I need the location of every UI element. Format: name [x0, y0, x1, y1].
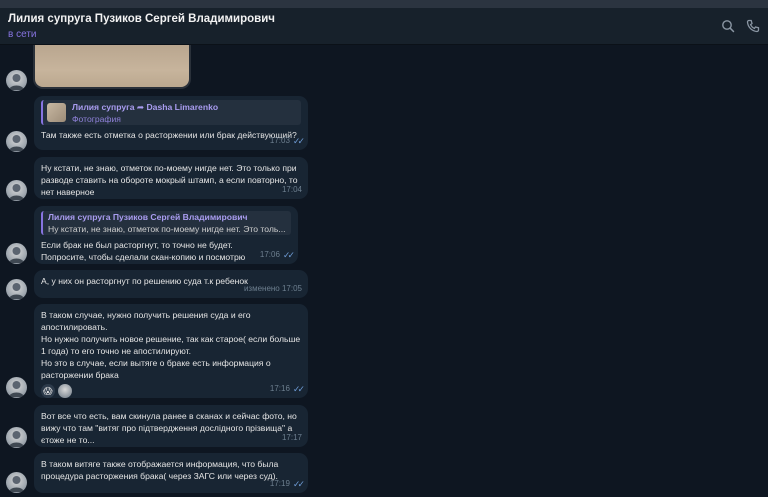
message-time: 17:06 [259, 250, 280, 259]
avatar[interactable] [6, 377, 27, 398]
message-bubble[interactable]: Ну кстати, не знаю, отметок по-моему ниг… [34, 157, 308, 199]
message-text: Там также есть отметка о расторжении или… [41, 130, 297, 140]
message-meta: изменено 17:05 [244, 283, 302, 295]
chat-header[interactable]: Лилия супруга Пузиков Сергей Владимирови… [0, 8, 768, 45]
avatar[interactable] [6, 131, 27, 152]
message-meta: 17:06 ✓✓ [259, 249, 295, 261]
message-text: Вот все что есть, вам скинула ранее в ск… [41, 411, 297, 445]
message-time: 17:04 [281, 185, 302, 194]
message-meta: 17:03 ✓✓ [269, 135, 305, 147]
quote-type: Фотография [72, 113, 121, 124]
message-text: В таком случае, нужно получить решения с… [41, 310, 301, 380]
photo-message[interactable] [33, 45, 191, 89]
read-ticks-icon: ✓✓ [292, 479, 305, 489]
avatar[interactable] [6, 70, 27, 91]
message-bubble[interactable]: А, у них он расторгнут по решению суда т… [34, 270, 308, 298]
reply-quote[interactable]: Лилия супруга Пузиков Сергей Владимирови… [41, 211, 291, 235]
avatar[interactable] [6, 243, 27, 264]
avatar[interactable] [6, 472, 27, 493]
reactions[interactable]: 😱 [41, 384, 301, 398]
reaction-emoji[interactable]: 😱 [41, 384, 55, 398]
message-time: 17:03 [269, 136, 290, 145]
message-meta: 17:16 ✓✓ [269, 383, 305, 395]
online-status: в сети [8, 29, 37, 40]
quote-author: Лилия супруга Пузиков Сергей Владимирови… [48, 212, 248, 222]
reactor-avatar[interactable] [58, 384, 72, 398]
message-bubble[interactable]: Лилия супруга Пузиков Сергей Владимирови… [34, 206, 298, 264]
message-time: изменено 17:05 [243, 284, 302, 293]
avatar[interactable] [6, 180, 27, 201]
read-ticks-icon: ✓✓ [282, 250, 295, 260]
read-ticks-icon: ✓✓ [292, 136, 305, 146]
read-ticks-icon: ✓✓ [292, 384, 305, 394]
message-bubble[interactable]: Лилия супруга ➦ Dasha Limarenko Фотограф… [34, 96, 308, 150]
quote-author: Лилия супруга ➦ Dasha Limarenko [72, 101, 219, 112]
avatar[interactable] [6, 427, 27, 448]
quote-text: Ну кстати, не знаю, отметок по-моему ниг… [48, 224, 286, 234]
photo-thumbnail [47, 103, 66, 122]
message-time: 17:19 [269, 479, 290, 488]
message-bubble[interactable]: Вот все что есть, вам скинула ранее в ск… [34, 405, 308, 447]
message-text: Если брак не был расторгнут, то точно не… [41, 240, 246, 262]
photo-image [35, 45, 189, 87]
avatar[interactable] [6, 279, 27, 300]
phone-icon[interactable] [746, 19, 760, 33]
message-meta: 17:19 ✓✓ [269, 478, 305, 490]
message-bubble[interactable]: В таком витяге также отображается информ… [34, 453, 308, 493]
message-bubble[interactable]: В таком случае, нужно получить решения с… [34, 304, 308, 398]
message-meta: 17:04 [282, 184, 302, 196]
message-time: 17:17 [281, 433, 302, 442]
message-text: Ну кстати, не знаю, отметок по-моему ниг… [41, 163, 298, 197]
message-text: В таком витяге также отображается информ… [41, 459, 279, 481]
chat-title[interactable]: Лилия супруга Пузиков Сергей Владимирови… [8, 13, 275, 25]
message-meta: 17:17 [282, 432, 302, 444]
message-time: 17:16 [269, 384, 290, 393]
search-icon[interactable] [721, 19, 735, 33]
reply-quote[interactable]: Лилия супруга ➦ Dasha Limarenko Фотограф… [41, 100, 301, 125]
window-top-strip [0, 0, 768, 8]
